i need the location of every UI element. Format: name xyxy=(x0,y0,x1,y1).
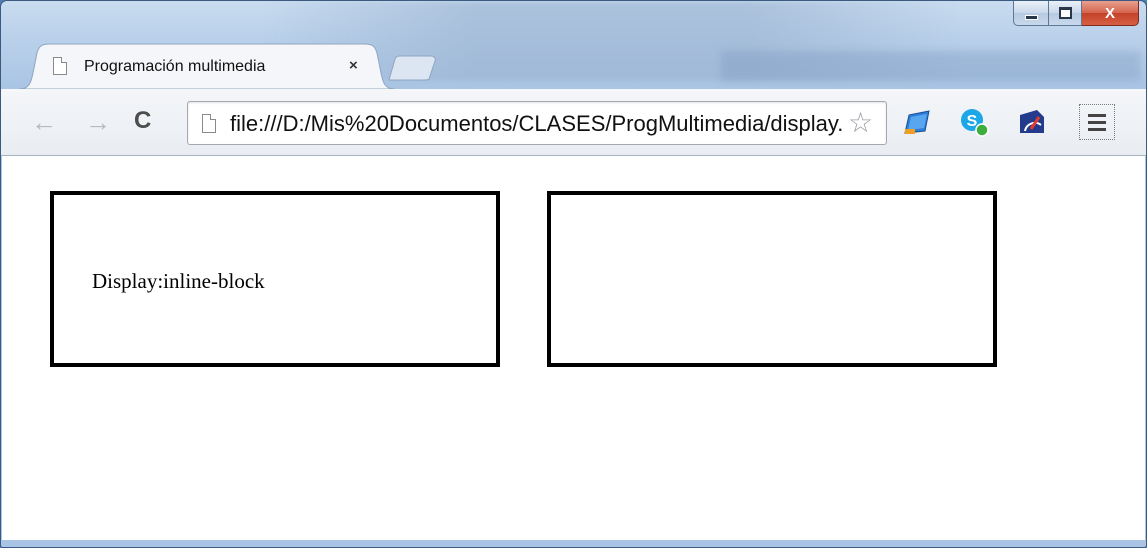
back-button[interactable]: ← xyxy=(31,109,57,135)
url-text[interactable]: file:///D:/Mis%20Documentos/CLASES/ProgM… xyxy=(230,111,842,137)
minimize-icon xyxy=(1024,14,1038,20)
menu-bar-icon xyxy=(1088,127,1106,131)
tab-page-icon xyxy=(53,57,67,75)
tab-title-fade xyxy=(301,55,341,79)
page-icon xyxy=(202,114,216,133)
menu-bar-icon xyxy=(1088,120,1106,124)
menu-bar-icon xyxy=(1088,113,1106,117)
box-text: Display:inline-block xyxy=(92,269,265,293)
browser-window: X Programación multimedia × ← → C file:/… xyxy=(0,0,1147,548)
minimize-button[interactable] xyxy=(1013,1,1049,26)
maximize-icon xyxy=(1058,7,1072,19)
speedometer-extension-icon[interactable] xyxy=(1017,107,1047,137)
inline-block-box-1: Display:inline-block xyxy=(50,191,500,367)
close-window-button[interactable]: X xyxy=(1082,1,1139,26)
window-controls: X xyxy=(1013,1,1139,26)
blue-extension-icon[interactable] xyxy=(903,107,933,137)
page-viewport: Display:inline-block xyxy=(2,156,1145,540)
forward-button[interactable]: → xyxy=(85,109,111,135)
close-icon: X xyxy=(1104,4,1115,22)
chrome-menu-button[interactable] xyxy=(1079,104,1115,140)
background-window-blur-2 xyxy=(721,51,1141,81)
new-tab-button[interactable] xyxy=(387,55,439,81)
skype-extension-icon[interactable]: S xyxy=(959,107,989,137)
maximize-button[interactable] xyxy=(1049,1,1082,26)
bookmark-star-icon[interactable]: ☆ xyxy=(848,108,874,138)
reload-button[interactable]: C xyxy=(134,107,151,135)
tab-title: Programación multimedia xyxy=(84,58,266,75)
address-bar[interactable]: file:///D:/Mis%20Documentos/CLASES/ProgM… xyxy=(187,101,887,145)
inline-block-box-2 xyxy=(547,191,997,367)
tab-close-icon[interactable]: × xyxy=(349,57,358,74)
